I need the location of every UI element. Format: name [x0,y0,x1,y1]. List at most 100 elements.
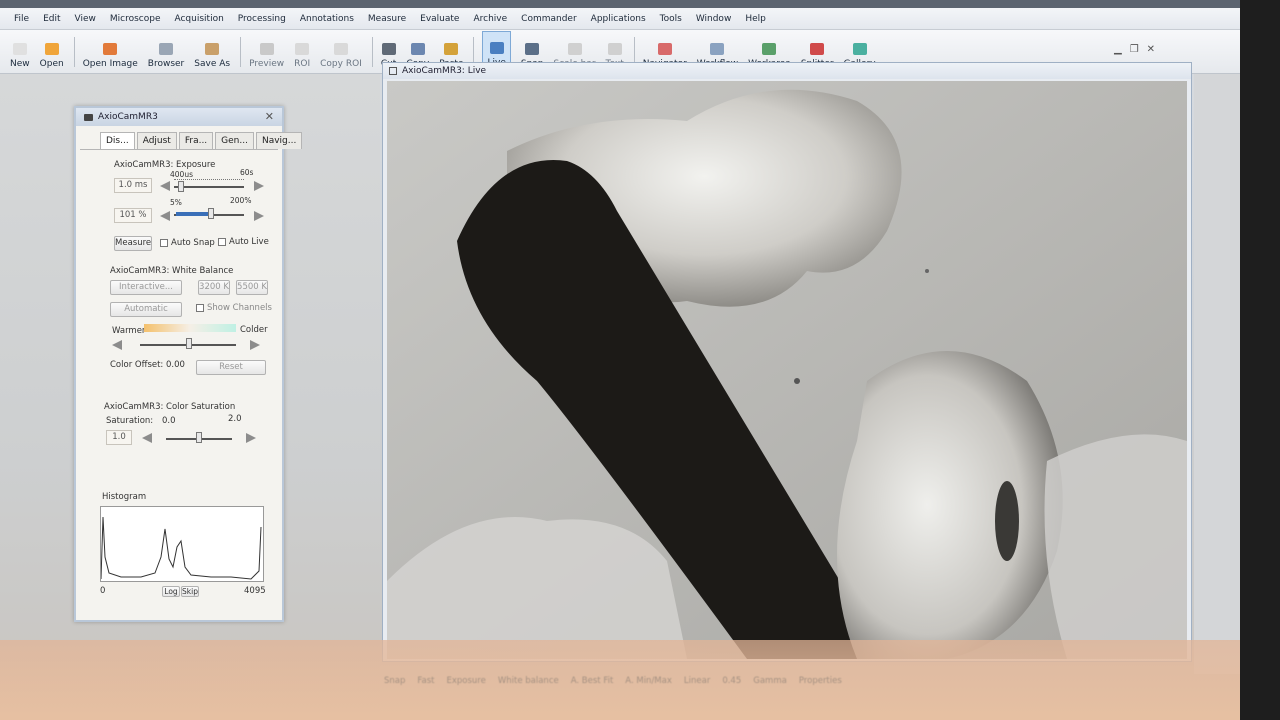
tab-display[interactable]: Dis... [100,132,135,149]
browser-button[interactable]: Browser [148,31,184,69]
measure-button[interactable]: Measure [114,236,152,251]
menu-processing[interactable]: Processing [238,14,286,24]
log-button[interactable]: Log [162,586,180,597]
save-as-label: Save As [194,59,231,69]
menu-applications[interactable]: Applications [591,14,646,24]
menu-view[interactable]: View [75,14,96,24]
open-image-button[interactable]: Open Image [83,31,138,69]
tab-body: AxioCamMR3: Exposure 1.0 ms 400us 60s 10… [80,149,278,617]
live-camera-image[interactable] [387,81,1187,659]
tab-general[interactable]: Gen... [215,132,254,149]
menu-evaluate[interactable]: Evaluate [420,14,459,24]
exposure-percent-field[interactable]: 101 % [114,208,152,223]
window-close-icon[interactable]: ✕ [1147,44,1155,55]
live-window-titlebar[interactable]: AxioCamMR3: Live [383,63,1191,79]
bottom-snap-button[interactable]: Snap [384,676,405,686]
white-balance-gradient [144,324,236,332]
bottom-a-min-max-button[interactable]: A. Min/Max [625,676,672,686]
bottom-properties-button[interactable]: Properties [799,676,842,686]
show-channels-box[interactable] [196,304,204,312]
dialog-tabs: Dis... Adjust Fra... Gen... Navig... [100,132,303,149]
white-balance-thumb[interactable] [186,338,192,349]
roi-button[interactable]: ROI [294,31,310,69]
copy-roi-button[interactable]: Copy ROI [320,31,362,69]
saturation-decrease-icon[interactable] [142,433,152,443]
bottom-exposure-button[interactable]: Exposure [446,676,485,686]
bottom-white-balance-button[interactable]: White balance [498,676,559,686]
new-button[interactable]: New [10,31,30,69]
image-window-icon [389,67,397,75]
menu-window[interactable]: Window [696,14,732,24]
saturation-thumb[interactable] [196,432,202,443]
histogram-heading: Histogram [102,492,147,502]
tab-adjust[interactable]: Adjust [136,132,177,149]
preview-button[interactable]: Preview [249,31,284,69]
menu-edit[interactable]: Edit [43,14,60,24]
auto-live-box[interactable] [218,238,226,246]
menu-help[interactable]: Help [745,14,766,24]
exposure-percent-increase-icon[interactable] [254,211,264,221]
menu-file[interactable]: File [14,14,29,24]
tab-navigator[interactable]: Navig... [255,132,303,149]
new-icon [12,43,27,55]
interactive-button[interactable]: Interactive... [110,280,182,295]
3200k-button[interactable]: 3200 K [198,280,230,295]
exposure-heading: AxioCamMR3: Exposure [114,160,216,170]
automatic-button[interactable]: Automatic [110,302,182,317]
exposure-time-thumb[interactable] [178,181,184,192]
menu-archive[interactable]: Archive [473,14,507,24]
reset-button[interactable]: Reset [196,360,266,375]
dialog-titlebar[interactable]: AxioCamMR3 ✕ [76,108,282,126]
white-balance-colder-icon[interactable] [250,340,260,350]
exposure-time-increase-icon[interactable] [254,181,264,191]
exposure-time-slider[interactable] [174,186,244,188]
exposure-time-field[interactable]: 1.0 ms [114,178,152,193]
live-window: AxioCamMR3: Live [382,62,1192,662]
dialog-title: AxioCamMR3 [98,112,158,122]
copy-icon [410,43,425,55]
bottom-a-best-fit-button[interactable]: A. Best Fit [571,676,614,686]
window-controls: ▁ ❐ ✕ [1114,44,1155,55]
bottom-0-45-button[interactable]: 0.45 [722,676,741,686]
menu-commander[interactable]: Commander [521,14,577,24]
skip-button[interactable]: Skip [181,586,199,597]
menu-measure[interactable]: Measure [368,14,406,24]
navigator-icon [657,43,672,55]
color-offset-label: Color Offset: 0.00 [110,360,185,370]
exposure-percent-thumb[interactable] [208,208,214,219]
save-as-button[interactable]: Save As [194,31,230,69]
minimize-icon[interactable]: ▁ [1114,44,1122,55]
roi-label: ROI [294,59,311,69]
saturation-field[interactable]: 1.0 [106,430,132,445]
tab-frame[interactable]: Fra... [178,132,214,149]
menu-annotations[interactable]: Annotations [300,14,354,24]
exposure-time-decrease-icon[interactable] [160,181,170,191]
white-balance-warmer-icon[interactable] [112,340,122,350]
histogram-max: 4095 [244,586,266,596]
menu-tools[interactable]: Tools [660,14,682,24]
exposure-percent-max: 200% [230,196,252,205]
saturation-min: 0.0 [162,416,176,426]
show-channels-checkbox[interactable]: Show Channels [196,303,272,313]
colder-label: Colder [240,325,268,335]
menu-bar: File Edit View Microscope Acquisition Process… [0,8,1240,30]
saturation-heading: AxioCamMR3: Color Saturation [104,402,236,412]
auto-snap-box[interactable] [160,239,168,247]
preview-label: Preview [249,59,285,69]
menu-acquisition[interactable]: Acquisition [174,14,223,24]
menu-microscope[interactable]: Microscope [110,14,161,24]
saturation-increase-icon[interactable] [246,433,256,443]
close-icon[interactable]: ✕ [265,110,274,123]
open-button[interactable]: Open [40,31,64,69]
bottom-gamma-button[interactable]: Gamma [753,676,787,686]
auto-snap-checkbox[interactable]: Auto Snap [160,238,215,248]
exposure-percent-decrease-icon[interactable] [160,211,170,221]
histogram-plot [100,506,264,582]
show-channels-label: Show Channels [207,303,272,313]
5500k-button[interactable]: 5500 K [236,280,268,295]
bottom-linear-button[interactable]: Linear [684,676,710,686]
workflow-icon [710,43,725,55]
bottom-fast-button[interactable]: Fast [417,676,434,686]
auto-live-checkbox[interactable]: Auto Live [218,237,269,247]
restore-icon[interactable]: ❐ [1130,44,1139,55]
